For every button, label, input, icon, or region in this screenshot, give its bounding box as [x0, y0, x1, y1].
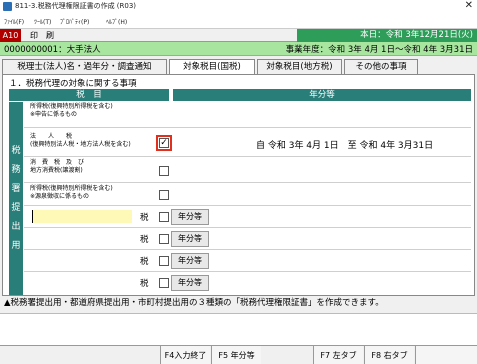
- side-label-panel: 税務署提出用: [9, 102, 23, 295]
- tab-other[interactable]: その他の事項: [344, 59, 418, 74]
- row-consumption-tax: 消 費 税 及 び地方消費税(譲渡割): [24, 158, 471, 183]
- withholding-tax-checkbox[interactable]: [159, 190, 169, 200]
- blank-row-checkbox[interactable]: [159, 278, 169, 288]
- tab-bar: 税理士(法人)名・過年分・調査通知 対象税目(国税) 対象税目(地方税) その他…: [0, 57, 477, 75]
- nenbun-button[interactable]: 年分等: [171, 275, 209, 291]
- blank-row-checkbox[interactable]: [159, 234, 169, 244]
- row-blank-4: 税 年分等: [24, 273, 471, 295]
- column-header-zeimoku: 税 目: [9, 89, 169, 101]
- f7-left-tab-button[interactable]: F7 左タブ: [313, 346, 363, 364]
- fiscal-period: 事業年度：令和 3年 4月 1日～令和 4年 3月31日: [285, 45, 473, 55]
- row-withholding-tax: 所得税(復興特別所得税を含む) ※源泉徴収に係るもの: [24, 184, 471, 206]
- row-label: 所得税(復興特別所得税を含む) ※源泉徴収に係るもの: [30, 185, 113, 200]
- tax-suffix: 税: [140, 279, 149, 289]
- tab-tax-accountant[interactable]: 税理士(法人)名・過年分・調査通知: [2, 59, 167, 74]
- corporation-tax-checkbox[interactable]: ✓: [156, 135, 172, 151]
- corporation-tax-period: 自 令和 3年 4月 1日 至 令和 4年 3月31日: [256, 141, 434, 151]
- client-info-bar: 0000000001：大手法人 事業年度：令和 3年 4月 1日～令和 4年 3…: [0, 42, 477, 56]
- f4-end-button[interactable]: F4入力終了: [160, 346, 210, 364]
- notice-text: ▲税務署提出用・都道府県提出用・市町村提出用の３種類の「税務代理権限証書」を作成…: [4, 298, 384, 308]
- row-corporation-tax: 法 人 税 (復興特別法人税・地方法人税を含む) ✓ 自 令和 3年 4月 1日 …: [24, 129, 471, 157]
- close-icon[interactable]: ✕: [465, 0, 473, 11]
- print-button[interactable]: 印 刷: [25, 29, 59, 42]
- window-title: 811-3.税務代理権限証書の作成 (R03): [15, 2, 137, 10]
- today-date: 本日：令和 3年12月21日(火): [297, 29, 477, 42]
- main-panel: １．税務代理の対象に関する事項 税 目 年分等 税務署提出用 所得税(復興特別所…: [2, 74, 475, 296]
- client-name: 0000000001：大手法人: [4, 45, 101, 55]
- menu-tools[interactable]: ﾂｰﾙ(T): [34, 17, 51, 26]
- row-blank-2: 税 年分等: [24, 229, 471, 250]
- row-label: 所得税(復興特別所得税を含む) ※申告に係るもの: [30, 103, 113, 118]
- column-header-nenbun: 年分等: [173, 89, 471, 101]
- row-blank-1: 税 年分等: [24, 207, 471, 228]
- row-blank-3: 税 年分等: [24, 251, 471, 272]
- f8-right-tab-button[interactable]: F8 右タブ: [364, 346, 414, 364]
- tax-name-input[interactable]: [32, 210, 132, 223]
- nenbun-button[interactable]: 年分等: [171, 253, 209, 269]
- title-bar: 811-3.税務代理権限証書の作成 (R03) ✕: [0, 0, 477, 13]
- nenbun-button[interactable]: 年分等: [171, 231, 209, 247]
- nenbun-button[interactable]: 年分等: [171, 209, 209, 225]
- blank-row-checkbox[interactable]: [159, 256, 169, 266]
- app-icon: [3, 2, 12, 11]
- row-label: 消 費 税 及 び地方消費税(譲渡割): [30, 159, 85, 174]
- tab-national-tax[interactable]: 対象税目(国税): [169, 59, 255, 75]
- tax-suffix: 税: [140, 257, 149, 267]
- section-title: １．税務代理の対象に関する事項: [9, 79, 137, 89]
- tab-local-tax[interactable]: 対象税目(地方税): [257, 59, 342, 74]
- tax-suffix: 税: [140, 213, 149, 223]
- menu-help[interactable]: ﾍﾙﾌﾟ(H): [106, 17, 127, 26]
- function-key-bar: F4入力終了 F5 年分等 F7 左タブ F8 右タブ: [0, 345, 477, 364]
- tax-suffix: 税: [140, 235, 149, 245]
- menu-bar: ﾌｧｲﾙ(F) ﾂｰﾙ(T) ﾌﾟﾛﾊﾟﾃｨ(P) ﾍﾙﾌﾟ(H): [0, 13, 477, 29]
- fkey-blank: [415, 346, 477, 364]
- toolbar: A10 印 刷 本日：令和 3年12月21日(火): [0, 29, 477, 42]
- row-income-tax: 所得税(復興特別所得税を含む) ※申告に係るもの: [24, 102, 471, 128]
- f5-nenbun-button[interactable]: F5 年分等: [211, 346, 261, 364]
- side-label: 税務署提出用: [11, 146, 21, 251]
- screen-code: A10: [0, 29, 21, 42]
- menu-property[interactable]: ﾌﾟﾛﾊﾟﾃｨ(P): [60, 17, 89, 26]
- blank-row-checkbox[interactable]: [159, 212, 169, 222]
- status-area: [0, 313, 477, 345]
- menu-file[interactable]: ﾌｧｲﾙ(F): [4, 17, 24, 26]
- consumption-tax-checkbox[interactable]: [159, 166, 169, 176]
- row-label: 法 人 税 (復興特別法人税・地方法人税を含む): [30, 133, 131, 148]
